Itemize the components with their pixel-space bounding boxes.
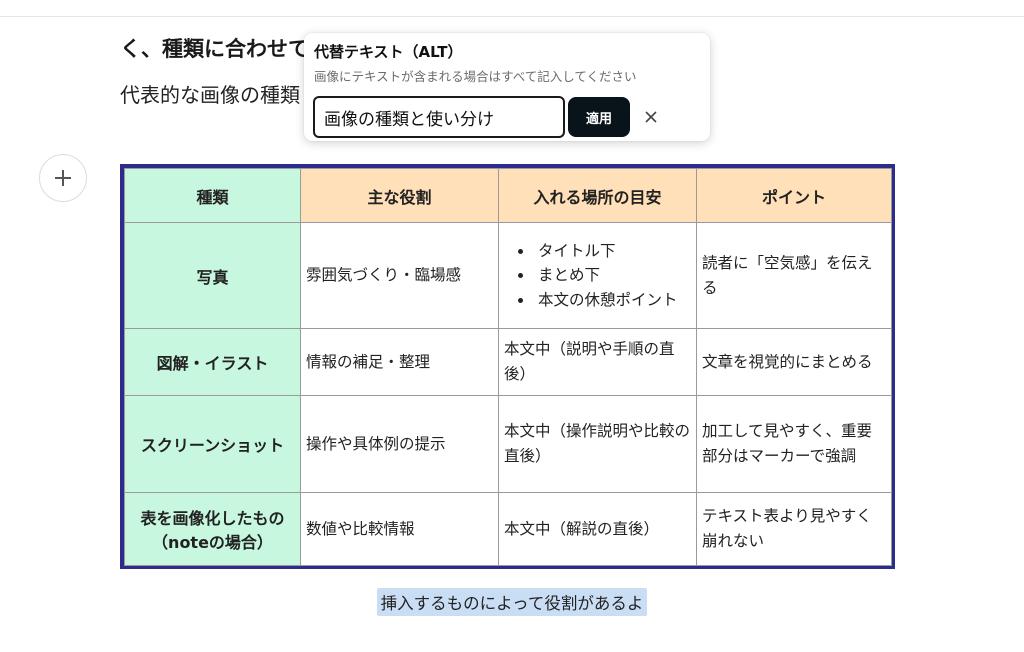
role-cell: 操作や具体例の提示 (300, 395, 499, 493)
image-caption[interactable]: 挿入するものによって役割があるよ (376, 588, 648, 616)
place-cell: 本文中（解説の直後） (498, 492, 697, 566)
bullet-list: タイトル下 まとめ下 本文の休憩ポイント (504, 239, 691, 313)
alt-text-popup: 代替テキスト（ALT） 画像にテキストが含まれる場合はすべて記入してください 適… (304, 33, 710, 141)
table-row: スクリーンショット 操作や具体例の提示 本文中（操作説明や比較の直後） 加工して… (124, 395, 892, 493)
place-cell: 本文中（操作説明や比較の直後） (498, 395, 697, 493)
point-cell: テキスト表より見やすく崩れない (696, 492, 892, 566)
role-cell: 数値や比較情報 (300, 492, 499, 566)
table-header: ポイント (696, 168, 892, 223)
type-cell: 写真 (124, 222, 301, 329)
popup-description: 画像にテキストが含まれる場合はすべて記入してください (314, 69, 637, 84)
list-item: 本文の休憩ポイント (534, 288, 691, 313)
close-button[interactable] (639, 105, 663, 129)
place-cell: タイトル下 まとめ下 本文の休憩ポイント (498, 222, 697, 329)
table-header: 主な役割 (300, 168, 499, 223)
place-cell: 本文中（説明や手順の直後） (498, 328, 697, 396)
table-row: 表を画像化したもの（noteの場合） 数値や比較情報 本文中（解説の直後） テキ… (124, 492, 892, 566)
table-header: 入れる場所の目安 (498, 168, 697, 223)
table-row: 図解・イラスト 情報の補足・整理 本文中（説明や手順の直後） 文章を視覚的にまと… (124, 328, 892, 396)
caption-container: 挿入するものによって役割があるよ (0, 588, 1024, 616)
list-item: タイトル下 (534, 239, 691, 264)
body-paragraph: 代表的な画像の種類 (120, 83, 300, 107)
image-types-table[interactable]: 種類 主な役割 入れる場所の目安 ポイント 写真 雰囲気づくり・臨場感 タイトル… (120, 164, 895, 569)
plus-icon (55, 170, 71, 186)
alt-text-input[interactable] (313, 96, 565, 138)
add-block-button[interactable] (39, 154, 87, 202)
point-cell: 読者に「空気感」を伝える (696, 222, 892, 329)
popup-title: 代替テキスト（ALT） (314, 43, 463, 61)
list-item: まとめ下 (534, 263, 691, 288)
type-cell: 図解・イラスト (124, 328, 301, 396)
role-cell: 雰囲気づくり・臨場感 (300, 222, 499, 329)
section-heading: く、種類に合わせて (120, 37, 309, 61)
top-divider (0, 16, 1024, 17)
close-icon (645, 111, 657, 123)
table-header: 種類 (124, 168, 301, 223)
role-cell: 情報の補足・整理 (300, 328, 499, 396)
point-cell: 文章を視覚的にまとめる (696, 328, 892, 396)
type-cell: 表を画像化したもの（noteの場合） (124, 492, 301, 566)
point-cell: 加工して見やすく、重要部分はマーカーで強調 (696, 395, 892, 493)
apply-button[interactable]: 適用 (568, 97, 630, 137)
type-cell: スクリーンショット (124, 395, 301, 493)
table-row: 写真 雰囲気づくり・臨場感 タイトル下 まとめ下 本文の休憩ポイント 読者に「空… (124, 222, 892, 329)
